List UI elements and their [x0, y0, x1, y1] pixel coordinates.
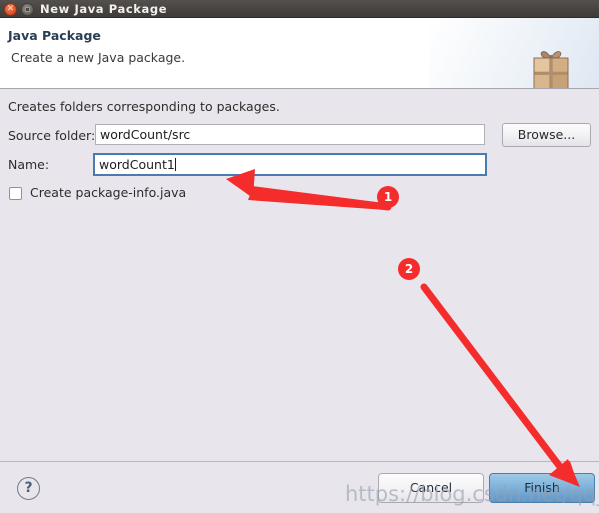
- close-icon[interactable]: ✕: [4, 3, 17, 16]
- text-caret: [174, 158, 176, 171]
- browse-button[interactable]: Browse...: [502, 123, 591, 147]
- watermark-text: https://blog.csdn.net/qq_42451251: [345, 482, 599, 506]
- source-folder-input[interactable]: wordCount/src: [95, 124, 485, 145]
- checkbox-unchecked-icon[interactable]: [9, 187, 22, 200]
- window-titlebar[interactable]: ✕ New Java Package: [0, 0, 599, 18]
- dialog-body: Creates folders corresponding to package…: [0, 89, 599, 461]
- annotation-badge-1: 1: [377, 186, 399, 208]
- close-glyph: ✕: [6, 4, 15, 14]
- source-folder-label: Source folder:: [8, 128, 96, 143]
- package-name-value: wordCount1: [99, 157, 175, 172]
- gift-package-icon: [533, 51, 569, 88]
- instruction-text: Creates folders corresponding to package…: [8, 99, 280, 114]
- package-name-label: Name:: [8, 157, 50, 172]
- create-package-info-label: Create package-info.java: [30, 185, 187, 200]
- window-title: New Java Package: [40, 2, 168, 16]
- page-title: Java Package: [8, 28, 101, 43]
- package-name-input[interactable]: wordCount1: [93, 153, 487, 176]
- new-java-package-dialog: ✕ New Java Package Java Package Create a…: [0, 0, 599, 513]
- maximize-icon[interactable]: [21, 3, 34, 16]
- maximize-glyph: [25, 7, 30, 12]
- annotation-badge-2: 2: [398, 258, 420, 280]
- wizard-header: Java Package Create a new Java package.: [0, 18, 599, 88]
- help-icon[interactable]: ?: [17, 477, 40, 500]
- page-subtitle: Create a new Java package.: [11, 50, 186, 65]
